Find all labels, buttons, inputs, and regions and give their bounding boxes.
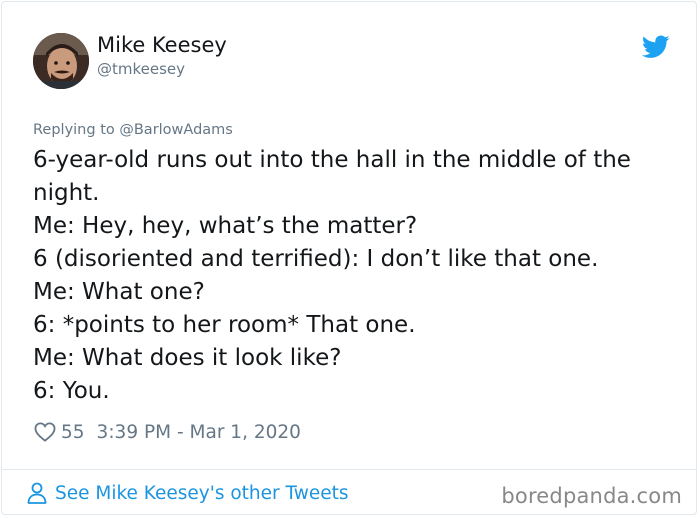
tweet-line: 6-year-old runs out into the hall in the…: [33, 147, 631, 173]
author-handle[interactable]: @tmkeesey: [97, 60, 185, 78]
heart-icon[interactable]: [34, 422, 56, 442]
tweet-line: Me: What does it look like?: [33, 345, 342, 371]
tweet-timestamp[interactable]: 3:39 PM - Mar 1, 2020: [97, 422, 301, 443]
see-other-tweets-label[interactable]: See Mike Keesey's other Tweets: [55, 483, 349, 504]
tweet-line: 6: You.: [33, 378, 110, 404]
tweet-line: night.: [33, 180, 100, 206]
tweet-line: 6 (disoriented and terrified): I don’t l…: [33, 246, 599, 272]
tweet-line: Me: Hey, hey, what’s the matter?: [33, 213, 418, 239]
watermark: boredpanda.com: [501, 484, 682, 508]
avatar[interactable]: [33, 33, 89, 89]
tweet-meta: 55 3:39 PM - Mar 1, 2020: [34, 419, 301, 445]
person-icon: [27, 482, 47, 504]
tweet-line: 6: *points to her room* That one.: [33, 312, 416, 338]
avatar-photo: [33, 33, 89, 89]
twitter-bird-icon[interactable]: [642, 35, 670, 59]
tweet-line: Me: What one?: [33, 279, 205, 305]
author-display-name[interactable]: Mike Keesey: [97, 33, 227, 57]
replying-to-label[interactable]: Replying to @BarlowAdams: [33, 122, 233, 138]
tweet-card: Mike Keesey @tmkeesey Replying to @Barlo…: [1, 1, 697, 515]
tweet-text: 6-year-old runs out into the hall in the…: [33, 144, 673, 408]
see-other-tweets-link[interactable]: See Mike Keesey's other Tweets: [27, 482, 349, 504]
like-count[interactable]: 55: [61, 422, 85, 443]
divider: [2, 469, 696, 470]
